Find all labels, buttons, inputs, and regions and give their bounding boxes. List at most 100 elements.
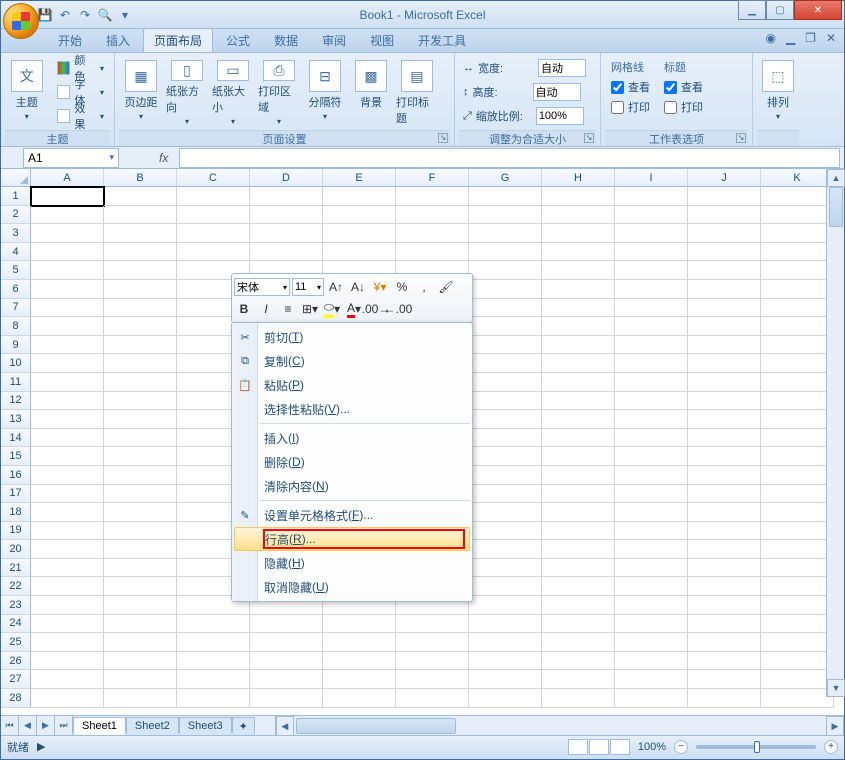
column-header[interactable]: J — [688, 169, 761, 186]
cell[interactable] — [688, 261, 761, 280]
ctx-insert[interactable]: 插入(I) — [232, 426, 472, 450]
cell[interactable] — [615, 503, 688, 522]
sheet-options-launcher[interactable]: ↘ — [736, 133, 746, 143]
cell[interactable] — [688, 243, 761, 262]
cell[interactable] — [104, 187, 177, 206]
cell[interactable] — [323, 670, 396, 689]
cell[interactable] — [688, 615, 761, 634]
cell[interactable] — [469, 652, 542, 671]
row-header[interactable]: 11 — [1, 373, 31, 392]
row-header[interactable]: 22 — [1, 577, 31, 596]
tab-formulas[interactable]: 公式 — [215, 28, 261, 52]
row-header[interactable]: 2 — [1, 206, 31, 225]
cell[interactable] — [31, 261, 104, 280]
cell[interactable] — [104, 485, 177, 504]
zoom-knob[interactable] — [754, 741, 760, 753]
row-header[interactable]: 16 — [1, 466, 31, 485]
cell[interactable] — [542, 596, 615, 615]
cell[interactable] — [542, 577, 615, 596]
horizontal-scrollbar[interactable]: ◀ ▶ — [275, 716, 844, 735]
cell[interactable] — [469, 559, 542, 578]
cell[interactable] — [688, 503, 761, 522]
cell[interactable] — [104, 206, 177, 225]
cell[interactable] — [542, 187, 615, 206]
cell[interactable] — [104, 670, 177, 689]
cell[interactable] — [688, 633, 761, 652]
cell[interactable] — [761, 187, 834, 206]
row-header[interactable]: 4 — [1, 243, 31, 262]
row-header[interactable]: 15 — [1, 447, 31, 466]
cell[interactable] — [615, 280, 688, 299]
grow-font-icon[interactable]: A↑ — [326, 277, 346, 297]
row-header[interactable]: 8 — [1, 317, 31, 336]
cell[interactable] — [104, 317, 177, 336]
cell[interactable] — [31, 206, 104, 225]
cell[interactable] — [615, 522, 688, 541]
themes-button[interactable]: 文 主题 ▾ — [5, 55, 49, 127]
cell[interactable] — [688, 559, 761, 578]
cell[interactable] — [31, 336, 104, 355]
ctx-format-cells[interactable]: ✎设置单元格格式(F)... — [232, 503, 472, 527]
cell[interactable] — [177, 633, 250, 652]
cell[interactable] — [542, 466, 615, 485]
cell[interactable] — [104, 299, 177, 318]
zoom-slider[interactable] — [696, 745, 816, 749]
cell[interactable] — [31, 447, 104, 466]
cell[interactable] — [250, 224, 323, 243]
cell[interactable] — [542, 522, 615, 541]
cell[interactable] — [542, 373, 615, 392]
column-header[interactable]: B — [104, 169, 177, 186]
cell[interactable] — [104, 224, 177, 243]
column-header[interactable]: C — [177, 169, 250, 186]
cell[interactable] — [469, 373, 542, 392]
cell[interactable] — [104, 354, 177, 373]
cell[interactable] — [250, 615, 323, 634]
cell[interactable] — [542, 633, 615, 652]
cell[interactable] — [761, 633, 834, 652]
cell[interactable] — [177, 652, 250, 671]
qat-dropdown-icon[interactable]: ▾ — [117, 7, 133, 23]
cell[interactable] — [761, 522, 834, 541]
decrease-decimal-icon[interactable]: ←.00 — [388, 299, 408, 319]
cell[interactable] — [104, 447, 177, 466]
cell[interactable] — [177, 187, 250, 206]
macro-record-icon[interactable]: ▶ — [37, 740, 45, 753]
cell[interactable] — [104, 615, 177, 634]
cell[interactable] — [31, 187, 104, 206]
cell[interactable] — [31, 577, 104, 596]
cell[interactable] — [761, 559, 834, 578]
scale-launcher[interactable]: ↘ — [584, 133, 594, 143]
zoom-out-button[interactable]: − — [674, 740, 688, 754]
row-header[interactable]: 6 — [1, 280, 31, 299]
arrange-button[interactable]: ⬚排列▾ — [757, 55, 799, 127]
cell[interactable] — [104, 689, 177, 708]
cell[interactable] — [31, 224, 104, 243]
cell[interactable] — [615, 354, 688, 373]
fx-button[interactable]: fx — [159, 151, 179, 165]
fill-color-icon[interactable]: ⬭▾ — [322, 299, 342, 319]
cell[interactable] — [615, 577, 688, 596]
cell[interactable] — [761, 317, 834, 336]
mini-size-select[interactable]: 11▾ — [292, 278, 324, 296]
cell[interactable] — [688, 577, 761, 596]
comma-icon[interactable]: , — [414, 277, 434, 297]
cell[interactable] — [31, 485, 104, 504]
row-header[interactable]: 28 — [1, 689, 31, 708]
cell[interactable] — [104, 280, 177, 299]
percent-icon[interactable]: % — [392, 277, 412, 297]
column-header[interactable]: H — [542, 169, 615, 186]
scroll-right-arrow[interactable]: ▶ — [826, 716, 844, 736]
cell[interactable] — [688, 540, 761, 559]
cell[interactable] — [615, 187, 688, 206]
row-header[interactable]: 9 — [1, 336, 31, 355]
italic-icon[interactable]: I — [256, 299, 276, 319]
cell[interactable] — [31, 280, 104, 299]
cell[interactable] — [469, 187, 542, 206]
column-header[interactable]: I — [615, 169, 688, 186]
cell[interactable] — [469, 336, 542, 355]
normal-view-button[interactable] — [568, 739, 588, 755]
size-button[interactable]: ▭纸张大小▾ — [211, 55, 255, 127]
page-layout-view-button[interactable] — [589, 739, 609, 755]
office-button[interactable] — [3, 3, 39, 39]
cell[interactable] — [104, 392, 177, 411]
